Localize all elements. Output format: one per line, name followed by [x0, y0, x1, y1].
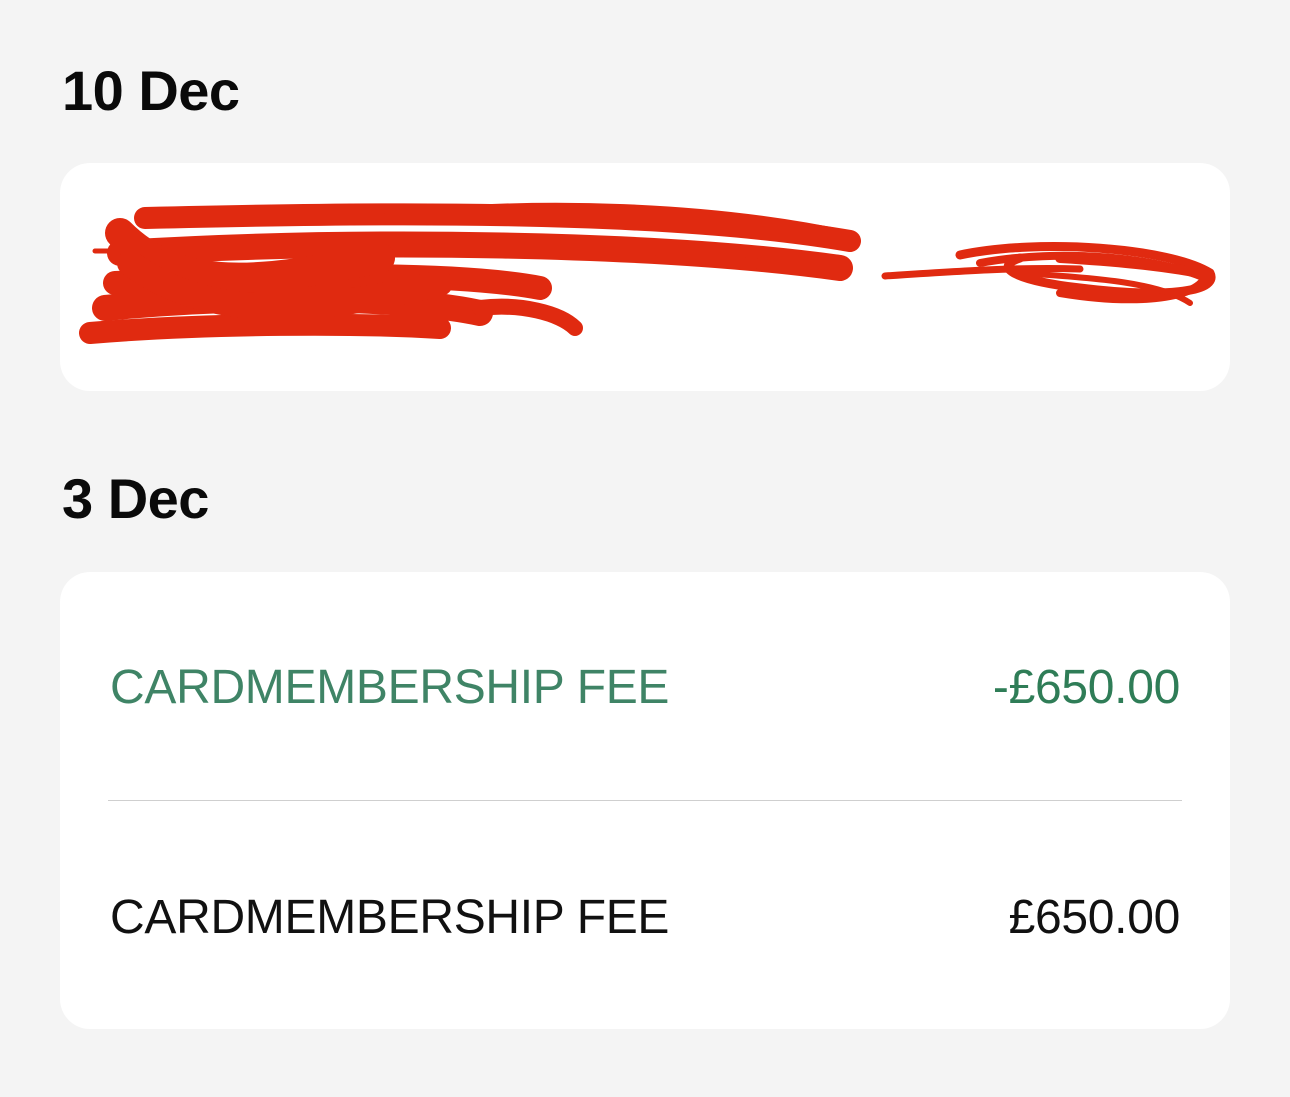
transaction-card: CARDMEMBERSHIP FEE -£650.00 CARDMEMBERSH…: [60, 572, 1230, 1029]
transaction-row[interactable]: CARDMEMBERSHIP FEE £650.00: [110, 887, 1180, 947]
redaction-scribble: [79, 202, 1216, 344]
transaction-amount: £650.00: [1008, 890, 1181, 944]
transaction-row[interactable]: CARDMEMBERSHIP FEE -£650.00: [110, 657, 1180, 717]
date-heading: 10 Dec: [62, 59, 240, 122]
row-divider: [108, 800, 1182, 801]
date-heading: 3 Dec: [62, 467, 209, 530]
transaction-description: CARDMEMBERSHIP FEE: [110, 890, 670, 944]
transaction-description: CARDMEMBERSHIP FEE: [110, 660, 670, 714]
transaction-card-redacted[interactable]: [60, 163, 1230, 391]
transaction-amount: -£650.00: [992, 660, 1180, 714]
